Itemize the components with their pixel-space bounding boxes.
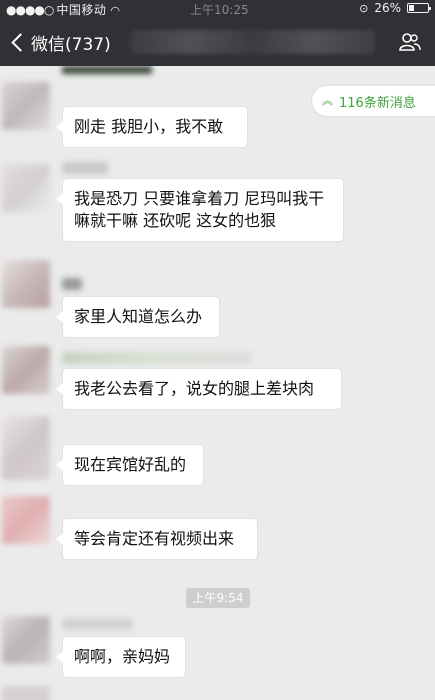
carrier-label: 中国移动 bbox=[56, 3, 107, 17]
avatar[interactable] bbox=[2, 496, 50, 544]
message-bubble[interactable]: 等会肯定还有视频出来 bbox=[56, 518, 258, 560]
sender-name-blurred bbox=[62, 618, 132, 630]
avatar[interactable] bbox=[2, 260, 50, 308]
message-text: 我老公去看了，说女的腿上差块肉 bbox=[74, 379, 315, 398]
message-bubble[interactable]: 啊啊，亲妈妈 bbox=[56, 636, 186, 678]
battery-percent: 26% bbox=[374, 1, 401, 15]
message-bubble[interactable]: 现在宾馆好乱的 bbox=[56, 444, 204, 486]
status-bar: ●●●●○ 中国移动 ◠ 上午10:25 ⊙ 26% bbox=[0, 0, 435, 18]
chat-title-blurred bbox=[130, 30, 375, 54]
status-time: 上午10:25 bbox=[190, 3, 249, 17]
avatar[interactable] bbox=[2, 616, 50, 664]
message-bubble[interactable]: 刚走 我胆小，我不敢 bbox=[56, 106, 248, 148]
wifi-icon: ◠ bbox=[110, 4, 121, 17]
message-text: 啊啊，亲妈妈 bbox=[74, 647, 171, 666]
sender-name-blurred bbox=[62, 352, 252, 364]
message-text: 等会肯定还有视频出来 bbox=[74, 529, 235, 548]
status-right: ⊙ 26% bbox=[359, 1, 431, 15]
avatar[interactable] bbox=[2, 82, 50, 130]
message-bubble[interactable]: 家里人知道怎么办 bbox=[56, 296, 220, 338]
back-label: 微信(737) bbox=[31, 35, 111, 55]
carrier: ●●●●○ 中国移动 ◠ bbox=[6, 1, 120, 18]
message-text: 家里人知道怎么办 bbox=[74, 307, 203, 326]
avatar[interactable] bbox=[2, 416, 50, 480]
avatar[interactable] bbox=[2, 346, 50, 394]
message-text: 现在宾馆好乱的 bbox=[74, 455, 187, 474]
avatar[interactable] bbox=[2, 164, 50, 212]
signal-icon: ●●●●○ bbox=[6, 3, 54, 17]
battery-fill bbox=[409, 5, 414, 11]
double-chevron-up-icon: ︽ bbox=[322, 94, 333, 107]
new-messages-label: 116条新消息 bbox=[339, 95, 416, 111]
blurred-content bbox=[62, 66, 152, 74]
message-text: 刚走 我胆小，我不敢 bbox=[74, 117, 224, 136]
message-text: 我是恐刀 只要谁拿着刀 尼玛叫我干嘛就干嘛 还砍呢 这女的也狠 bbox=[74, 189, 325, 230]
timestamp-divider: 上午9:54 bbox=[186, 588, 250, 608]
chevron-left-icon bbox=[11, 33, 30, 52]
avatar[interactable] bbox=[2, 686, 50, 700]
sender-name-blurred bbox=[62, 162, 108, 174]
group-members-icon[interactable] bbox=[399, 32, 421, 52]
rotation-lock-icon: ⊙ bbox=[359, 1, 369, 15]
message-bubble[interactable]: 我老公去看了，说女的腿上差块肉 bbox=[56, 368, 342, 410]
nav-bar: 微信(737) bbox=[0, 18, 435, 66]
battery-icon bbox=[407, 3, 431, 13]
message-bubble[interactable]: 我是恐刀 只要谁拿着刀 尼玛叫我干嘛就干嘛 还砍呢 这女的也狠 bbox=[56, 178, 344, 242]
back-button[interactable]: 微信(737) bbox=[10, 30, 111, 55]
chat-area[interactable]: ︽ 116条新消息 刚走 我胆小，我不敢 我是恐刀 只要谁拿着刀 尼玛叫我干嘛就… bbox=[0, 66, 435, 700]
sender-name-blurred bbox=[62, 278, 82, 290]
new-messages-button[interactable]: ︽ 116条新消息 bbox=[312, 86, 435, 116]
